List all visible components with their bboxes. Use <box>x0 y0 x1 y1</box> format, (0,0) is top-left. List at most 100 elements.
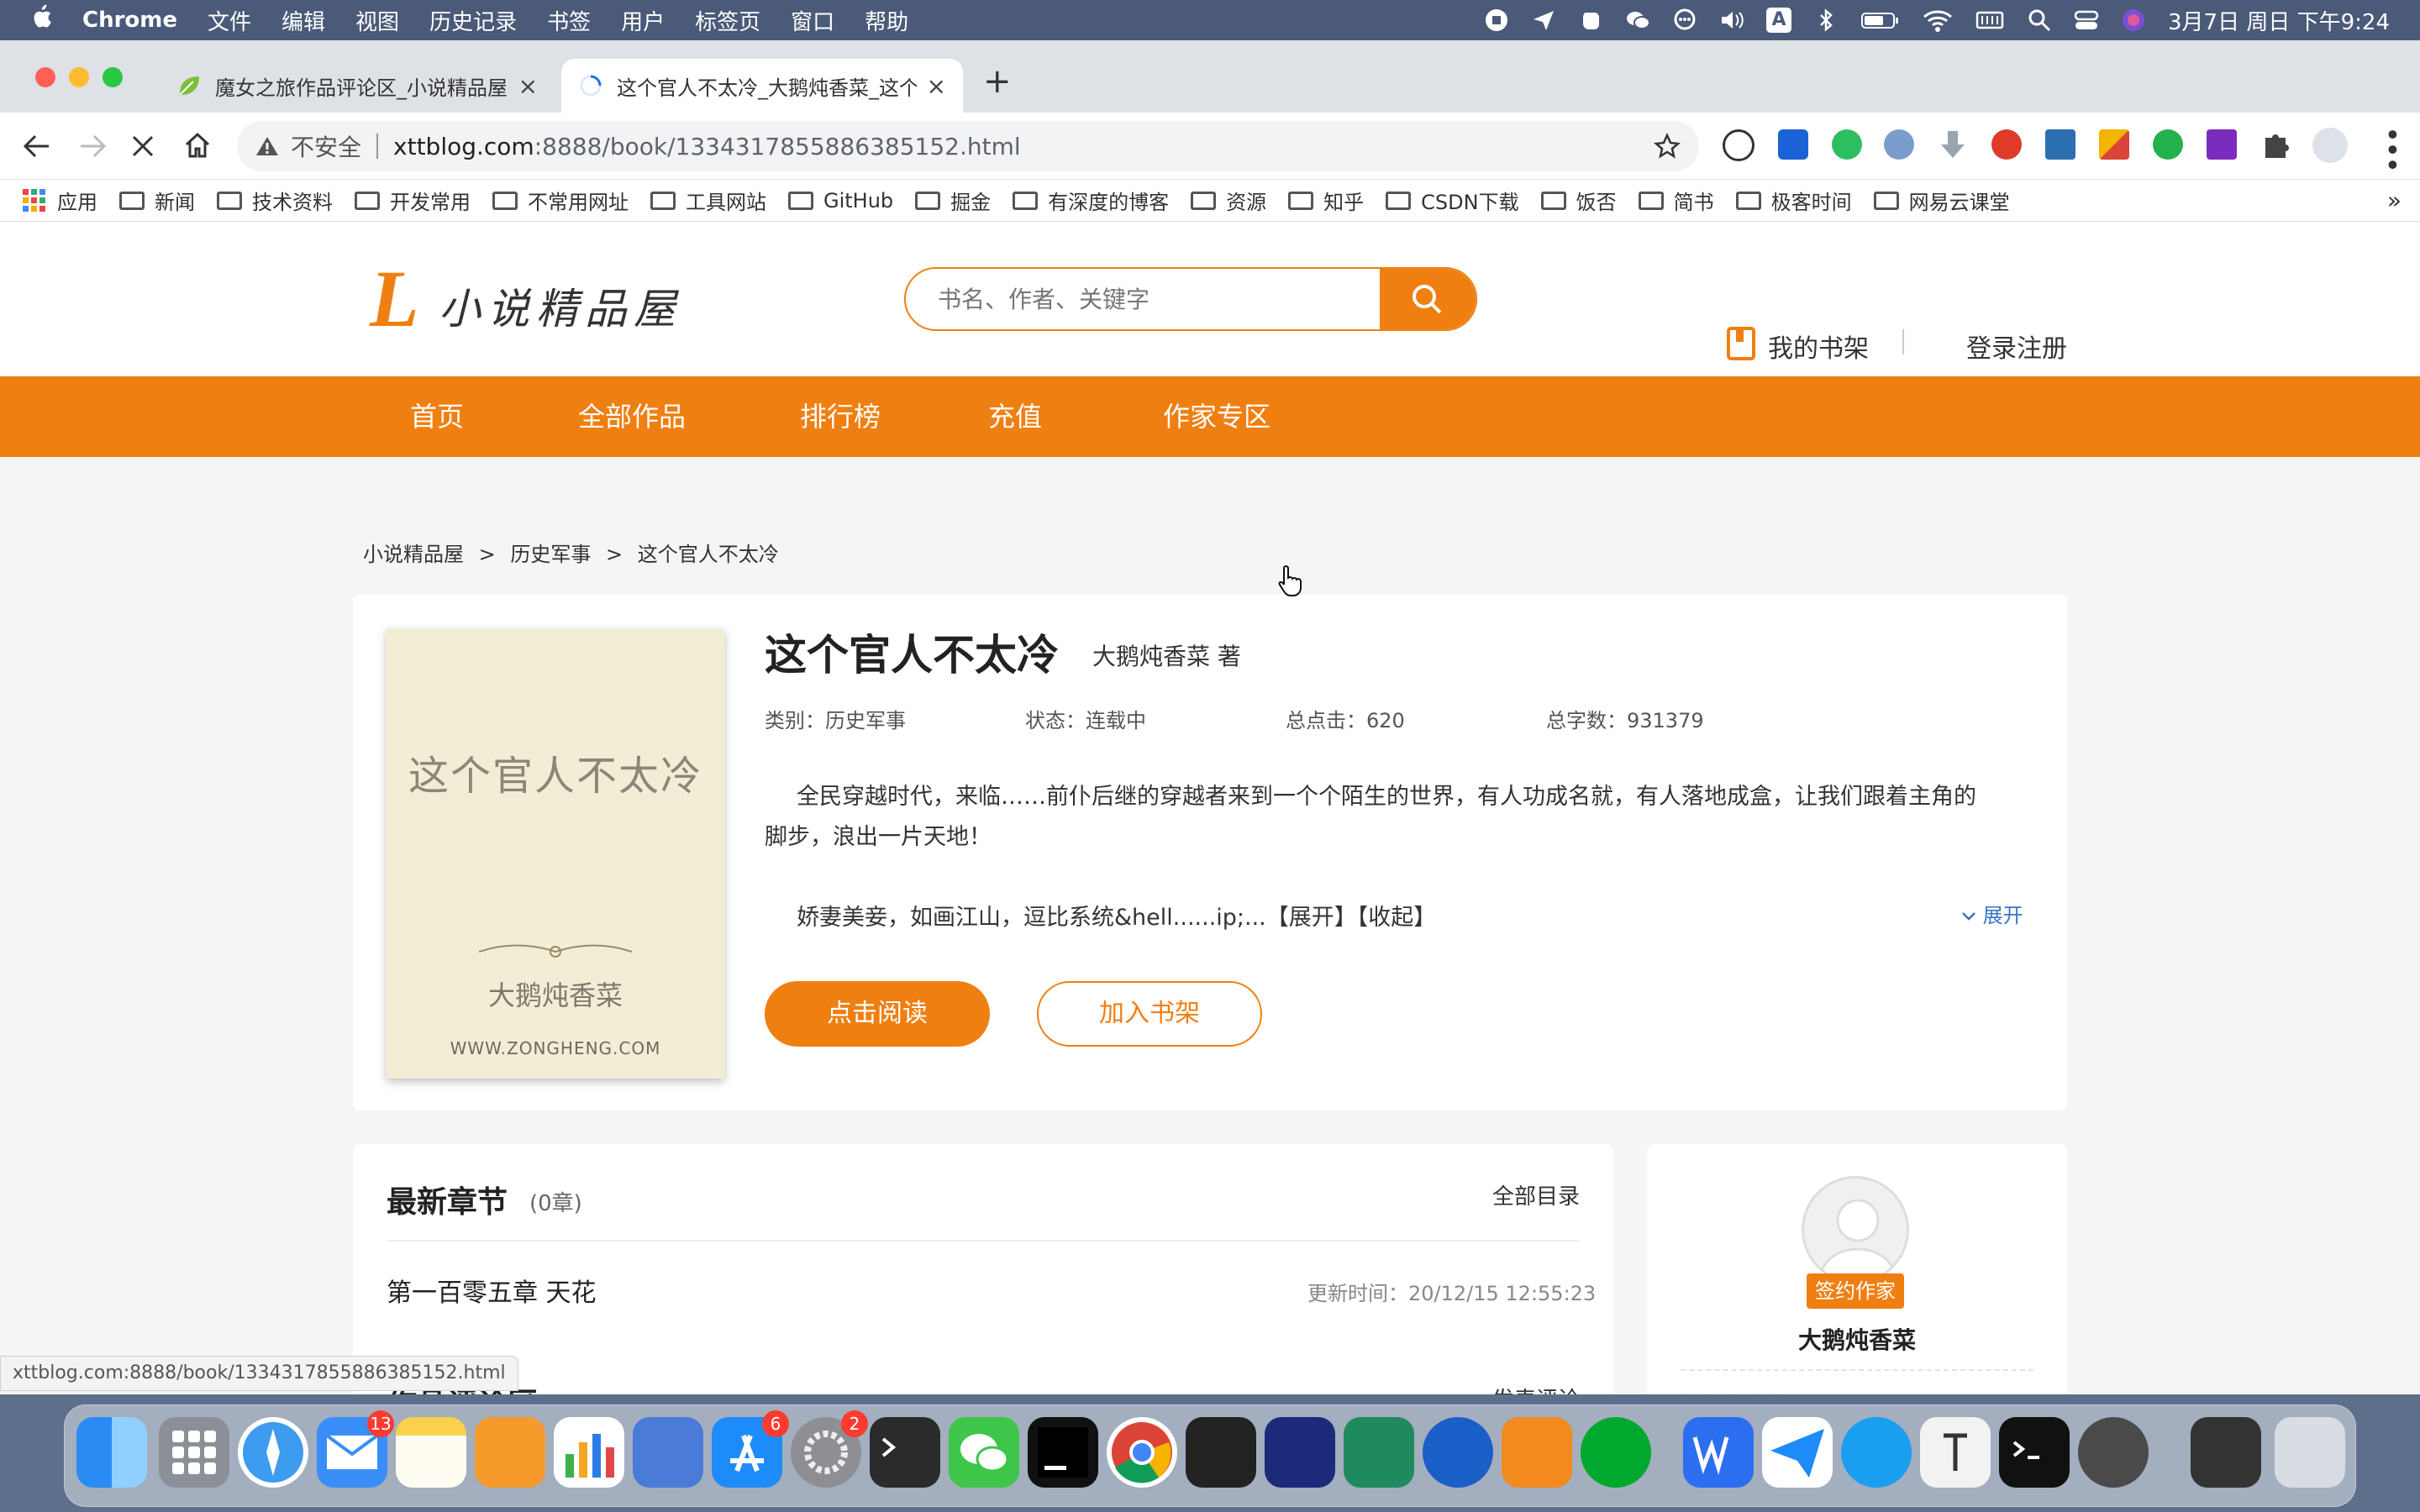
chat-tray-icon[interactable] <box>1672 8 1697 33</box>
send-icon[interactable] <box>1531 8 1556 33</box>
dock-feishu-icon[interactable] <box>1841 1417 1912 1488</box>
breadcrumb-category[interactable]: 历史军事 <box>510 543 591 566</box>
tab-comments[interactable]: 魔女之旅作品评论区_小说精品屋 × <box>160 59 555 113</box>
extension-weibo-icon[interactable] <box>1991 129 2022 160</box>
dock-pycharm-icon[interactable] <box>1344 1417 1414 1488</box>
menu-help[interactable]: 帮助 <box>865 5 908 36</box>
extension-chrome-icon[interactable] <box>1723 129 1754 161</box>
bluetooth-icon[interactable] <box>1813 8 1839 33</box>
menu-tabs[interactable]: 标签页 <box>695 5 760 36</box>
new-tab-button[interactable]: + <box>983 62 1012 101</box>
dock-notes-icon[interactable] <box>396 1417 466 1488</box>
dock-typora-icon[interactable] <box>1920 1417 1991 1488</box>
stop-icon[interactable] <box>1484 8 1509 33</box>
tab-book-page[interactable]: 这个官人不太冷_大鹅炖香菜_这个官人不太冷 × <box>561 59 963 113</box>
window-zoom-button[interactable] <box>103 67 123 87</box>
bookmark-folder[interactable]: 不常用网址 <box>492 186 629 215</box>
wechat-tray-icon[interactable] <box>1625 8 1650 33</box>
dock-wps-icon[interactable] <box>1683 1417 1754 1488</box>
extension-download-icon[interactable] <box>1938 128 1968 161</box>
bookmark-apps[interactable]: 应用 <box>22 186 97 215</box>
site-logo-text[interactable]: 小说精品屋 <box>439 276 682 336</box>
bookmark-folder[interactable]: 工具网站 <box>650 186 766 215</box>
site-search-input[interactable] <box>906 269 1381 329</box>
menu-user[interactable]: 用户 <box>621 5 665 36</box>
input-method-icon[interactable]: A <box>1766 8 1791 33</box>
dock-chrome-icon[interactable] <box>1107 1417 1177 1488</box>
bookmarks-overflow-button[interactable]: » <box>2387 186 2402 214</box>
menu-app-name[interactable]: Chrome <box>82 8 177 33</box>
menu-history[interactable]: 历史记录 <box>429 5 517 36</box>
nav-rankings[interactable]: 排行榜 <box>800 376 881 457</box>
wifi-icon[interactable] <box>1923 8 1953 33</box>
volume-icon[interactable] <box>1719 8 1744 33</box>
bookmark-folder[interactable]: 有深度的博客 <box>1013 186 1169 215</box>
stop-loading-icon[interactable] <box>129 133 156 160</box>
dock-keynote-icon[interactable] <box>633 1417 703 1488</box>
site-logo-mark[interactable]: L <box>370 259 419 339</box>
latest-chapter-link[interactable]: 第一百零五章 天花 <box>387 1272 597 1309</box>
window-close-button[interactable] <box>35 67 55 87</box>
book-cover[interactable]: 这个官人不太冷 大鹅炖香菜 WWW.ZONGHENG.COM <box>387 628 724 1079</box>
siri-icon[interactable] <box>2121 8 2146 33</box>
start-reading-button[interactable]: 点击阅读 <box>765 981 990 1047</box>
my-bookshelf-link[interactable]: 我的书架 <box>1768 328 1869 365</box>
tab-close-icon[interactable]: × <box>518 72 538 100</box>
dock-finder-icon[interactable] <box>76 1417 147 1488</box>
address-bar[interactable]: 不安全 xttblog.com:8888/book/13343178558863… <box>237 121 1699 171</box>
window-minimize-button[interactable] <box>69 67 89 87</box>
bookmark-folder[interactable]: 新闻 <box>119 186 195 215</box>
all-chapters-link[interactable]: 全部目录 <box>1492 1179 1580 1210</box>
chrome-menu-icon[interactable]: ••• <box>2375 126 2408 171</box>
breadcrumb-home[interactable]: 小说精品屋 <box>363 543 464 566</box>
bookmark-folder[interactable]: 掘金 <box>915 186 991 215</box>
dock-system-preferences-icon[interactable]: 2 <box>791 1410 868 1488</box>
expand-intro-button[interactable]: 展开 <box>1961 899 2023 928</box>
dock-maps-pin-icon[interactable] <box>1423 1417 1493 1488</box>
extension-wand-icon[interactable] <box>1884 129 1914 160</box>
control-center-icon[interactable] <box>2074 8 2099 33</box>
menu-bookmarks[interactable]: 书签 <box>547 5 591 36</box>
dock-intellij-icon[interactable] <box>1028 1417 1098 1488</box>
dock-numbers-icon[interactable] <box>554 1417 624 1488</box>
dock-quicktime-icon[interactable] <box>2078 1417 2149 1488</box>
dock-sublime-icon[interactable] <box>1502 1417 1572 1488</box>
dock-trash-icon[interactable] <box>2275 1417 2345 1488</box>
bookmark-folder[interactable]: 知乎 <box>1288 186 1364 215</box>
post-comment-link[interactable]: 发表评论 <box>1492 1383 1580 1394</box>
extension-pocket-icon[interactable] <box>1778 129 1808 160</box>
bookmark-folder[interactable]: CSDN下载 <box>1386 186 1519 215</box>
dock-datagrip-icon[interactable] <box>1186 1417 1256 1488</box>
extension-s-icon[interactable] <box>2045 129 2075 160</box>
menubar-clock[interactable]: 3月7日 周日 下午9:24 <box>2168 5 2390 36</box>
bookmark-folder[interactable]: 网易云课堂 <box>1873 186 2010 215</box>
author-avatar[interactable] <box>1802 1176 1909 1284</box>
tab-close-icon[interactable]: × <box>927 72 946 100</box>
spotlight-search-icon[interactable] <box>2027 8 2052 33</box>
nav-author-zone[interactable]: 作家专区 <box>1163 376 1270 457</box>
site-search-button[interactable] <box>1380 269 1476 329</box>
menu-window[interactable]: 窗口 <box>791 5 834 36</box>
author-name[interactable]: 大鹅炖香菜 <box>1647 1322 2067 1356</box>
bookmark-folder[interactable]: 开发常用 <box>355 186 471 215</box>
menu-file[interactable]: 文件 <box>208 5 251 36</box>
bookmark-star-icon[interactable] <box>1654 133 1681 160</box>
add-to-bookshelf-button[interactable]: 加入书架 <box>1037 981 1262 1047</box>
dock-minimized-window-icon[interactable] <box>2191 1417 2261 1488</box>
dock-terminal-icon[interactable] <box>870 1417 940 1488</box>
dock-wechat-icon[interactable] <box>949 1417 1019 1488</box>
bookmark-folder[interactable]: GitHub <box>788 189 893 213</box>
nav-recharge[interactable]: 充值 <box>988 376 1042 457</box>
extension-rp-icon[interactable] <box>2207 129 2237 160</box>
dock-launchpad-icon[interactable] <box>159 1417 229 1488</box>
extension-evernote-icon[interactable] <box>1832 129 1862 160</box>
evernote-tray-icon[interactable] <box>1578 8 1603 33</box>
dock-safari-icon[interactable] <box>238 1417 308 1488</box>
extensions-puzzle-icon[interactable] <box>2260 129 2291 160</box>
dock-webstorm-icon[interactable] <box>1265 1417 1335 1488</box>
dock-iterm-icon[interactable] <box>1999 1417 2070 1488</box>
home-icon[interactable] <box>183 131 212 160</box>
menu-edit[interactable]: 编辑 <box>281 5 325 36</box>
bookmark-folder[interactable]: 极客时间 <box>1735 186 1852 215</box>
bookmark-folder[interactable]: 简书 <box>1638 186 1714 215</box>
